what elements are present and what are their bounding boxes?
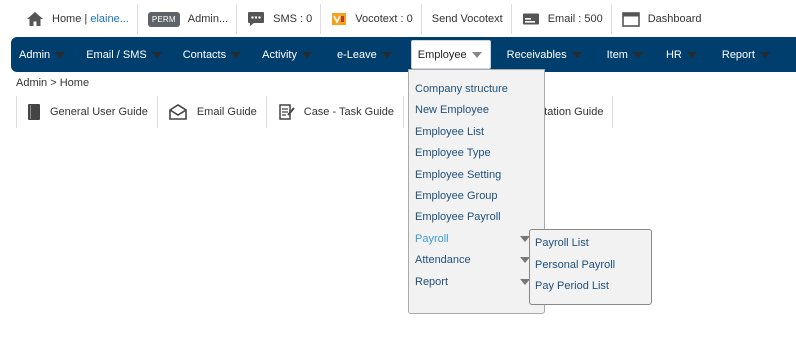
nav-report[interactable]: Report <box>718 37 777 72</box>
menu-attendance[interactable]: Attendance <box>409 250 544 271</box>
menu-employee-payroll[interactable]: Employee Payroll <box>409 207 544 228</box>
nav-label: HR <box>665 48 682 61</box>
nav-label: e-Leave <box>336 48 377 61</box>
nav-item-menu[interactable]: Item <box>603 37 650 72</box>
menu-employee-type[interactable]: Employee Type <box>409 143 544 164</box>
nav-e-leave[interactable]: e-Leave <box>333 37 399 72</box>
menu-employee-group[interactable]: Employee Group <box>409 186 544 207</box>
nav-label: Report <box>721 48 755 61</box>
vocotext-counter[interactable]: Vocotext : 0 <box>321 4 422 34</box>
home-icon <box>26 11 44 27</box>
book-icon <box>27 103 41 121</box>
nav-label: Email / SMS <box>86 48 147 61</box>
email-guide-link[interactable]: Email Guide <box>158 96 267 128</box>
menu-report[interactable]: Report <box>409 272 544 293</box>
nav-activity[interactable]: Activity <box>258 37 319 72</box>
main-navbar: Admin Email / SMS Contacts Activity e-Le… <box>11 37 796 72</box>
vocotext-label: Vocotext : 0 <box>355 13 413 25</box>
submenu-payroll-list[interactable]: Payroll List <box>530 233 651 255</box>
chevron-down-icon <box>471 51 482 58</box>
dashboard-label: Dashboard <box>647 13 702 25</box>
chat-bubble-icon <box>247 11 265 27</box>
sms-label: SMS : 0 <box>273 13 313 25</box>
nav-label: Item <box>606 48 628 61</box>
guide-label: otation Guide <box>538 106 604 118</box>
general-user-guide-link[interactable]: General User Guide <box>16 96 158 128</box>
home-label: Home | <box>52 13 88 25</box>
admin-perm-item[interactable]: PERM Admin... <box>138 4 238 34</box>
case-task-guide-link[interactable]: Case - Task Guide <box>267 96 405 128</box>
menu-employee-list[interactable]: Employee List <box>409 122 544 143</box>
menu-company-structure[interactable]: Company structure <box>409 79 544 100</box>
payroll-submenu: Payroll List Personal Payroll Pay Period… <box>529 229 652 305</box>
guide-label: Case - Task Guide <box>303 106 395 118</box>
breadcrumb: Admin > Home <box>16 77 90 89</box>
nav-label: Activity <box>262 48 297 61</box>
perm-badge: PERM <box>147 11 180 27</box>
guide-label: Email Guide <box>196 106 257 118</box>
submenu-personal-payroll[interactable]: Personal Payroll <box>530 255 651 277</box>
menu-new-employee[interactable]: New Employee <box>409 100 544 121</box>
submenu-pay-period-list[interactable]: Pay Period List <box>530 276 651 298</box>
send-vocotext-label: Send Vocotext <box>431 13 503 25</box>
chevron-down-icon <box>759 51 770 58</box>
menu-label: Report <box>415 275 449 288</box>
nav-label: Employee <box>417 48 467 61</box>
nav-admin[interactable]: Admin <box>15 37 72 72</box>
nav-hr[interactable]: HR <box>662 37 704 72</box>
employee-dropdown-menu: Company structure New Employee Employee … <box>408 69 545 314</box>
nav-label: Receivables <box>506 48 567 61</box>
email-counter[interactable]: Email : 500 <box>512 4 612 34</box>
chevron-down-icon <box>151 51 162 58</box>
vocotext-logo-icon <box>331 12 347 26</box>
chevron-down-icon <box>571 51 582 58</box>
top-toolbar: Home | elaine... PERM Admin... SMS : 0 V… <box>0 0 796 38</box>
browser-window-icon <box>621 11 640 27</box>
chevron-down-icon <box>381 51 392 58</box>
chevron-down-icon <box>55 51 66 58</box>
guide-label: General User Guide <box>50 106 148 118</box>
admin-label: Admin... <box>187 13 229 25</box>
chevron-down-icon <box>686 51 697 58</box>
nav-receivables[interactable]: Receivables <box>503 37 589 72</box>
chevron-down-icon <box>231 51 242 58</box>
nav-email-sms[interactable]: Email / SMS <box>82 37 169 72</box>
menu-payroll[interactable]: Payroll <box>409 229 544 250</box>
nav-contacts[interactable]: Contacts <box>179 37 248 72</box>
nav-label: Contacts <box>182 48 227 61</box>
email-label: Email : 500 <box>547 13 603 25</box>
nav-employee[interactable]: Employee <box>410 40 491 69</box>
send-vocotext-link[interactable]: Send Vocotext <box>422 4 512 34</box>
dashboard-link[interactable]: Dashboard <box>612 4 710 34</box>
menu-label: Attendance <box>415 254 471 267</box>
email-card-icon <box>522 12 540 26</box>
checklist-icon <box>277 103 295 121</box>
user-name-link[interactable]: elaine... <box>90 13 129 25</box>
menu-label: Payroll <box>415 232 449 245</box>
home-link[interactable]: Home | elaine... <box>0 4 138 34</box>
chevron-down-icon <box>632 51 643 58</box>
menu-employee-setting[interactable]: Employee Setting <box>409 165 544 186</box>
chevron-down-icon <box>301 51 312 58</box>
envelope-icon <box>168 104 188 120</box>
sms-counter[interactable]: SMS : 0 <box>237 4 322 34</box>
nav-label: Admin <box>19 48 51 61</box>
